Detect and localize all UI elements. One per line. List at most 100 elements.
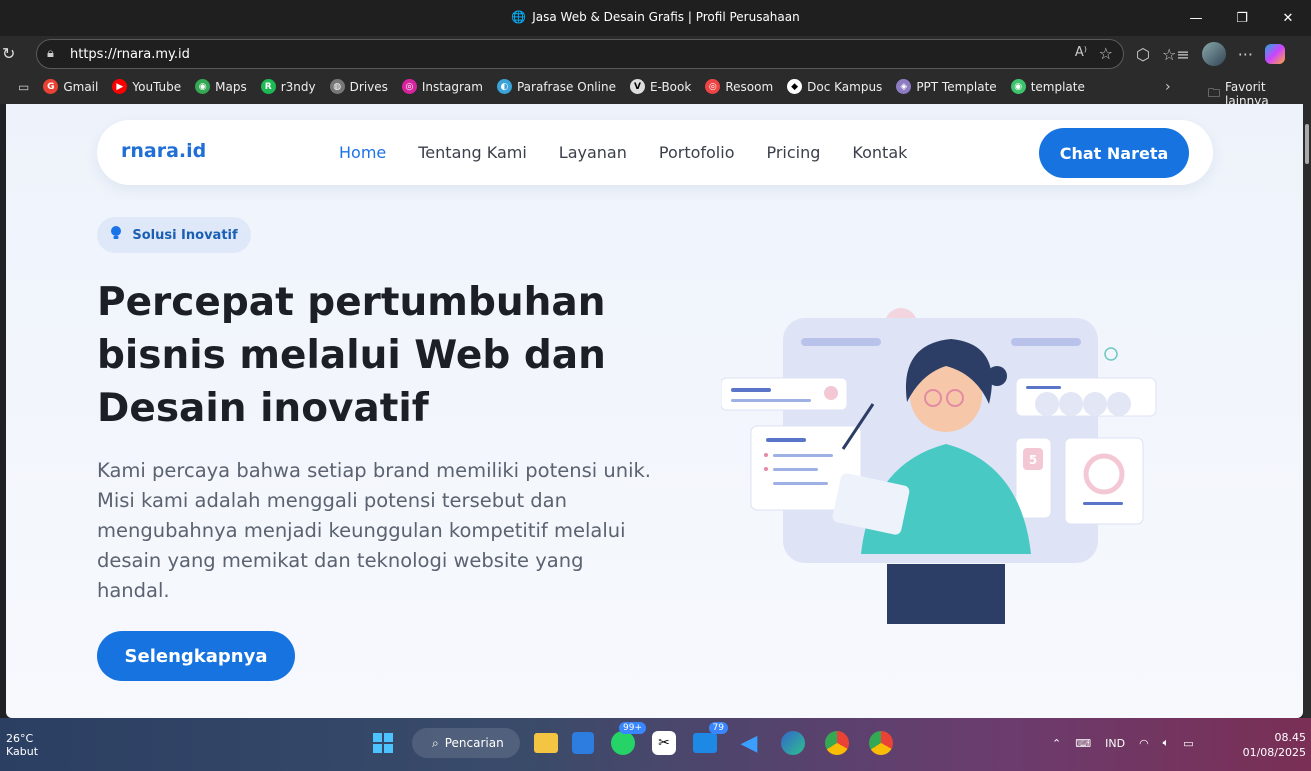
bookmark-label: E-Book [649,79,692,94]
bookmark-icon: ◉ [195,79,211,94]
bookmark-item[interactable]: V E-Book [629,79,692,94]
bookmark-label: Resoom [725,79,774,94]
bookmark-label: Doc Kampus [807,79,883,94]
clock[interactable]: 08.45 01/08/2025 [1240,730,1306,760]
bookmark-icon: ◉ [1010,79,1026,94]
bookmark-icon: G [43,79,59,94]
capcut-icon[interactable]: ✂ [652,731,676,755]
bookmark-icon: ◎ [705,79,721,94]
address-bar[interactable]: 🔒︎ https://rnara.my.id A⁾ ☆ [36,39,1124,69]
keyboard-icon[interactable]: ⌨ [1075,737,1091,750]
window-title-text: Jasa Web & Desain Grafis | Profil Perusa… [532,10,800,24]
bookmark-icon: R [260,79,276,94]
bookmark-label: Maps [215,79,247,94]
profile-avatar[interactable] [1201,42,1226,66]
bookmark-item[interactable]: ◉ template [1010,79,1085,94]
volume-icon[interactable]: 🔈︎ [1163,736,1170,750]
bookmark-label: Parafrase Online [516,79,616,94]
window-title: 🌐 Jasa Web & Desain Grafis | Profil Peru… [0,10,1311,24]
wifi-icon[interactable]: ◠ [1139,737,1149,750]
site-nav: Home Tentang Kami Layanan Portofolio Pri… [339,143,907,162]
copilot-icon[interactable] [1264,44,1285,64]
bookmark-item[interactable]: G Gmail [43,79,98,94]
window-titlebar: 🌐 Jasa Web & Desain Grafis | Profil Peru… [0,0,1311,36]
tab-actions-icon[interactable]: ▭ [18,80,29,94]
chevron-up-icon[interactable]: ⌃ [1052,737,1061,750]
bookmark-label: PPT Template [916,79,997,94]
nav-tentang-kami[interactable]: Tentang Kami [418,143,527,162]
whatsapp-badge: 99+ [619,722,646,734]
hero-headline-line3: Desain inovatif [97,386,429,431]
store-icon[interactable] [572,732,594,754]
nav-portofolio[interactable]: Portofolio [659,143,735,162]
nav-home[interactable]: Home [339,143,386,162]
bookmark-item[interactable]: ◎ Instagram [401,79,483,94]
tagline-text: Solusi Inovatif [132,227,238,243]
more-menu-icon[interactable]: ··· [1238,45,1253,64]
read-aloud-icon[interactable]: A⁾ [1075,45,1087,60]
nav-pricing[interactable]: Pricing [766,143,820,162]
bookmark-label: Drives [349,79,388,94]
mail-icon[interactable]: 79 [690,722,728,758]
favorites-icon[interactable]: ☆≡ [1162,45,1190,64]
bookmark-icon: ◈ [896,79,912,94]
restore-button[interactable]: ❐ [1219,0,1265,36]
bookmark-label: template [1030,79,1085,94]
bookmark-item[interactable]: ◉ Maps [195,79,247,94]
bookmark-item[interactable]: ▶ YouTube [112,79,181,94]
windows-start-icon[interactable] [368,728,398,758]
bookmark-label: Gmail [63,79,99,94]
globe-icon: 🌐 [511,10,527,24]
vscode-icon[interactable]: ◀ [734,728,764,758]
taskbar-search[interactable]: ⌕ Pencarian [412,728,520,758]
minimize-button[interactable]: — [1173,0,1219,36]
close-button[interactable]: ✕ [1265,0,1311,36]
bookmark-label: YouTube [132,79,182,94]
favorite-star-icon[interactable]: ☆ [1099,44,1113,63]
chrome-icon[interactable] [822,728,852,758]
battery-icon[interactable]: ▭ [1183,737,1193,750]
learn-more-button[interactable]: Selengkapnya [97,631,295,681]
chevron-right-icon[interactable]: › [1165,79,1171,95]
bookmark-item[interactable]: ◎ Resoom [705,79,773,94]
bookmark-item[interactable]: Rr3ndy [260,79,316,94]
search-icon: ⌕ [432,735,439,750]
weather-temp: 26°C [6,732,34,745]
bookmark-icon: ◐ [496,79,512,94]
tagline-pill: Solusi Inovatif [97,217,251,253]
system-tray: ⌃ ⌨ IND ◠ 🔈︎ ▭ [1052,736,1194,750]
address-toolbar: ↻ 🔒︎ https://rnara.my.id A⁾ ☆ ⬡ ☆≡ ··· [0,36,1311,72]
nav-kontak[interactable]: Kontak [852,143,907,162]
file-explorer-icon[interactable] [534,733,558,753]
bookmark-icon: ◎ [401,79,417,94]
page-scrollbar[interactable] [1303,104,1311,718]
bookmark-item[interactable]: ◐ Parafrase Online [496,79,616,94]
folder-icon: 🗀 [1208,85,1221,100]
site-logo[interactable]: rnara.id [121,140,206,162]
weather-text: Kabut [6,745,39,758]
language-indicator[interactable]: IND [1105,737,1125,750]
extensions-icon[interactable]: ⬡ [1136,45,1150,64]
mail-badge: 79 [708,722,728,734]
edge-icon[interactable] [778,728,808,758]
chat-button[interactable]: Chat Nareta [1039,128,1189,178]
nav-layanan[interactable]: Layanan [559,143,627,162]
lock-icon[interactable]: 🔒︎ [47,46,54,61]
weather-widget[interactable]: 26°C Kabut [6,732,38,758]
bookmark-item[interactable]: ◍ Drives [329,79,388,94]
whatsapp-icon[interactable]: 99+ [608,722,646,758]
bookmark-item[interactable]: ◆ Doc Kampus [787,79,882,94]
bookmark-label: r3ndy [280,79,316,94]
hero-headline: Percepat pertumbuhan bisnis melalui Web … [97,276,657,435]
bookmark-icon: V [629,79,645,94]
reload-icon[interactable]: ↻ [2,44,22,64]
bookmark-icon: ◆ [787,79,803,94]
taskbar-search-label: Pencarian [444,736,504,750]
bookmark-icon: ▶ [112,79,128,94]
bookmark-item[interactable]: ◈ PPT Template [896,79,997,94]
clock-date: 01/08/2025 [1242,746,1306,759]
bookmark-icon: ◍ [329,79,345,94]
url-text[interactable]: https://rnara.my.id [70,47,190,62]
chrome-profile-icon[interactable] [866,728,896,758]
page-viewport: rnara.id Home Tentang Kami Layanan Porto… [6,104,1303,718]
